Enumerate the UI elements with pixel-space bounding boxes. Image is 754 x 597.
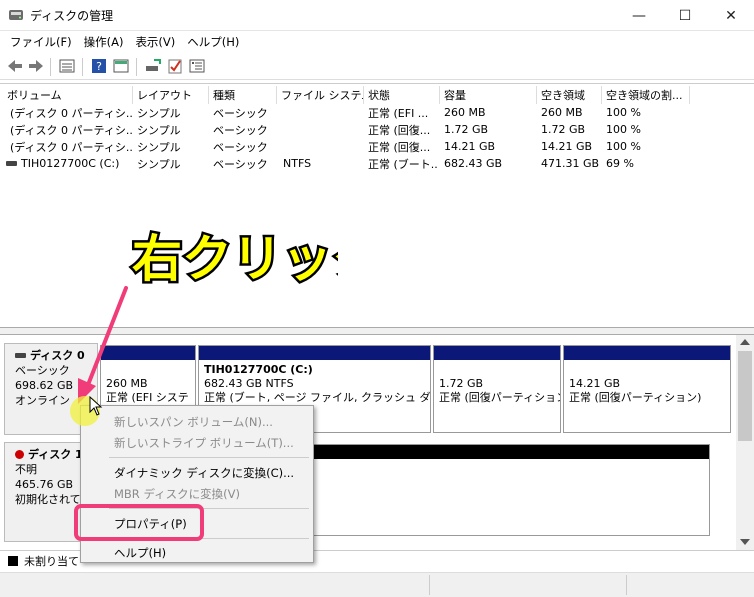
column-header-capacity[interactable]: 容量 — [440, 86, 537, 104]
menu-bar: ファイル(F) 操作(A) 表示(V) ヘルプ(H) — [0, 31, 754, 53]
scroll-up-icon[interactable] — [740, 339, 750, 345]
checklist-icon[interactable] — [166, 58, 184, 74]
column-header-free-space[interactable]: 空き領域 — [537, 86, 602, 104]
table-cell: ベーシック — [213, 157, 268, 171]
annotation-right-click: 右クリック — [130, 228, 339, 289]
svg-text:?: ? — [96, 60, 102, 73]
table-cell: NTFS — [283, 157, 312, 170]
disk1-type: 不明 — [15, 463, 37, 476]
table-cell: 260 MB — [541, 106, 583, 119]
menu-item-new-spanned-volume[interactable]: 新しいスパン ボリューム(N)... — [114, 414, 273, 430]
table-cell: 14.21 GB — [444, 140, 496, 153]
partition-bar — [434, 346, 560, 360]
column-header-layout[interactable]: レイアウト — [133, 86, 209, 104]
partition-bar — [199, 346, 430, 360]
forward-arrow-icon[interactable] — [27, 58, 45, 74]
table-cell: 682.43 GB — [444, 157, 503, 170]
column-header-volume[interactable]: ボリューム — [3, 86, 133, 104]
vertical-scrollbar[interactable] — [736, 335, 754, 550]
toolbar-separator — [82, 58, 83, 76]
table-row-volume[interactable]: (ディスク 0 パーティシ... — [6, 104, 133, 121]
table-cell: ベーシック — [213, 123, 268, 137]
column-header-type[interactable]: 種類 — [209, 86, 277, 104]
close-button[interactable]: ✕ — [708, 0, 754, 31]
column-header-filesystem[interactable]: ファイル システム — [277, 86, 364, 104]
menu-file[interactable]: ファイル(F) — [4, 34, 78, 50]
table-cell: 14.21 GB — [541, 140, 593, 153]
mouse-cursor-icon — [89, 396, 103, 416]
table-cell: 正常 (ブート... — [368, 157, 438, 171]
disk-management-icon — [9, 10, 23, 20]
table-cell: シンプル — [137, 140, 181, 154]
window-title: ディスクの管理 — [30, 9, 114, 23]
table-cell: 正常 (回復... — [368, 140, 431, 154]
scroll-thumb[interactable] — [738, 351, 752, 441]
table-row-volume[interactable]: (ディスク 0 パーティシ... — [6, 138, 133, 155]
maximize-button[interactable]: ☐ — [662, 0, 708, 31]
table-cell: 260 MB — [444, 106, 486, 119]
menu-separator — [109, 457, 309, 458]
unallocated-swatch — [8, 555, 18, 566]
table-cell: シンプル — [137, 157, 181, 171]
menu-item-convert-mbr[interactable]: MBR ディスクに変換(V) — [114, 486, 240, 502]
toolbar-separator — [50, 58, 51, 76]
table-cell: 100 % — [606, 140, 641, 153]
table-cell: 100 % — [606, 106, 641, 119]
table-cell: 69 % — [606, 157, 634, 170]
volume-icon — [6, 161, 17, 166]
status-bar — [0, 572, 754, 597]
table-cell: 正常 (回復... — [368, 123, 431, 137]
table-cell: 1.72 GB — [444, 123, 489, 136]
settings-list-icon[interactable] — [188, 58, 206, 74]
help-icon[interactable]: ? — [90, 58, 108, 74]
column-header-status[interactable]: 状態 — [364, 86, 440, 104]
disk1-size: 465.76 GB — [15, 478, 74, 491]
table-cell: ベーシック — [213, 140, 268, 154]
legend-unallocated: 未割り当て — [24, 554, 79, 568]
table-cell: シンプル — [137, 106, 181, 120]
table-row-volume[interactable]: TIH0127700C (C:) — [6, 155, 133, 172]
column-header-free-percent[interactable]: 空き領域の割... — [602, 86, 690, 104]
disk-error-icon — [15, 450, 24, 459]
table-cell: シンプル — [137, 123, 181, 137]
menu-item-convert-dynamic[interactable]: ダイナミック ディスクに変換(C)... — [114, 465, 294, 481]
menu-item-new-striped-volume[interactable]: 新しいストライプ ボリューム(T)... — [114, 435, 294, 451]
table-cell: 1.72 GB — [541, 123, 586, 136]
partition-recovery-1[interactable]: 1.72 GB 正常 (回復パーティション — [433, 345, 561, 433]
scroll-down-icon[interactable] — [740, 539, 750, 545]
menu-help[interactable]: ヘルプ(H) — [181, 34, 245, 50]
table-cell: 100 % — [606, 123, 641, 136]
annotation-text: 右クリック — [132, 230, 338, 288]
table-cell: 正常 (EFI ... — [368, 106, 429, 120]
disk-icon — [15, 353, 26, 358]
partition-bar — [564, 346, 730, 360]
disk1-name: ディスク 1 — [28, 448, 83, 461]
properties-view-icon[interactable] — [112, 58, 130, 74]
minimize-button[interactable]: — — [616, 0, 662, 31]
list-view-icon[interactable] — [58, 58, 76, 74]
table-cell: ベーシック — [213, 106, 268, 120]
partition-title: TIH0127700C (C:) — [204, 363, 313, 376]
menu-view[interactable]: 表示(V) — [129, 34, 181, 50]
back-arrow-icon[interactable] — [6, 58, 24, 74]
connect-disk-icon[interactable] — [144, 58, 162, 74]
status-section — [0, 575, 430, 595]
menu-item-help[interactable]: ヘルプ(H) — [114, 545, 166, 561]
status-section — [432, 575, 627, 595]
table-cell: 471.31 GB — [541, 157, 600, 170]
table-row-volume[interactable]: (ディスク 0 パーティシ... — [6, 121, 133, 138]
toolbar-separator — [136, 58, 137, 76]
highlight-properties — [74, 504, 204, 541]
menu-action[interactable]: 操作(A) — [78, 34, 130, 50]
partition-recovery-2[interactable]: 14.21 GB 正常 (回復パーティション) — [563, 345, 731, 433]
